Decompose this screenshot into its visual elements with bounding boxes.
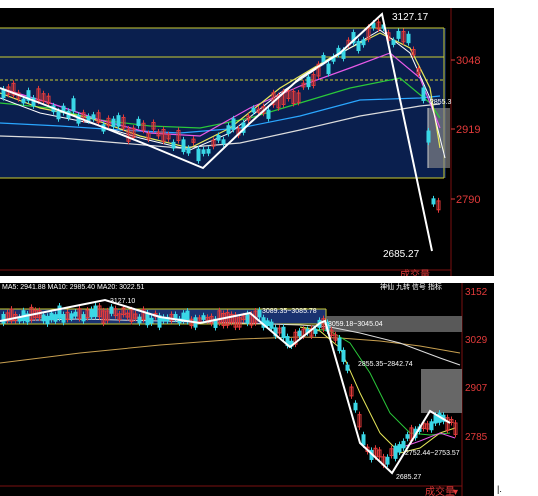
bottom-axis-label-0: 3152 (465, 287, 488, 298)
candle-body (391, 39, 396, 45)
candle-body (401, 440, 406, 449)
top-low-label: 2685.27 (383, 249, 420, 260)
candle-body (53, 314, 58, 322)
candle-body (426, 130, 431, 143)
candle-body (353, 402, 358, 411)
candle-body (61, 313, 66, 323)
candle-body (41, 314, 46, 322)
candle-body (326, 63, 331, 75)
candle-body (297, 330, 302, 337)
candle-body (111, 118, 116, 128)
bottom-high-label: 3127.10 (110, 298, 135, 305)
top-axis-label-1: 2919 (456, 124, 480, 136)
top-high-label: 3127.17 (392, 12, 429, 23)
candle-body (196, 148, 201, 162)
bottom-volume-tab[interactable]: 成交量 (425, 485, 455, 496)
candle-body (226, 125, 231, 135)
top-partial-label: 2855.3 (430, 99, 452, 106)
candle-body (109, 306, 114, 314)
bottom-annotation-2: 2855.35~2842.74 (358, 361, 413, 368)
candle-body (341, 349, 346, 362)
candle-body (21, 98, 26, 104)
bottom-axis-label-2: 2907 (465, 383, 488, 394)
candle-body (49, 312, 54, 321)
candle-body (397, 444, 402, 453)
bottom-axis-label-1: 3029 (465, 335, 488, 346)
bottom-footer-arrow[interactable]: ▾ (453, 487, 458, 496)
candle-body (56, 110, 61, 120)
bottom-annotation-1: 3059.18~3045.04 (328, 321, 383, 328)
candle-body (393, 445, 398, 459)
candle-body (145, 312, 150, 326)
panel-divider (0, 276, 538, 283)
candle-body (345, 364, 350, 371)
candle-body (321, 54, 326, 63)
bottom-kline-chart[interactable]: MA5: 2941.88 MA10: 2985.40 MA20: 3022.51… (0, 283, 494, 496)
bottom-axis-label-3: 2785 (465, 432, 488, 443)
candle-body (337, 337, 342, 352)
candle-body (93, 305, 98, 317)
candle-body (181, 139, 186, 153)
candle-body (137, 316, 142, 324)
bottom-grey-zone-lower (421, 369, 462, 413)
candle-body (91, 114, 96, 120)
candle-body (269, 321, 274, 329)
candle-body (421, 87, 426, 101)
candle-body (186, 147, 191, 154)
candle-body (171, 141, 176, 149)
candle-body (1, 313, 6, 324)
bottom-annotation-0: 3089.35~3085.78 (262, 308, 317, 315)
top-volume-tab[interactable]: 成交量 (400, 268, 430, 276)
top-axis-label-2: 2790 (456, 194, 480, 206)
bottom-ma-header: MA5: 2941.88 MA10: 2985.40 MA20: 3022.51 (2, 284, 145, 291)
candle-body (201, 315, 206, 320)
candle-body (306, 76, 311, 88)
candle-body (221, 139, 226, 145)
candle-body (251, 107, 256, 113)
candle-body (206, 148, 211, 154)
candle-body (385, 456, 390, 465)
candle-body (361, 434, 366, 446)
bottom-indicator-header[interactable]: 神仙 九转 信号 指标 (380, 283, 442, 291)
candle-body (201, 149, 206, 154)
candle-body (396, 30, 401, 39)
candle-body (86, 115, 91, 122)
stray-mark: |. (497, 484, 502, 494)
bottom-chart-svg: MA5: 2941.88 MA10: 2985.40 MA20: 3022.51… (0, 283, 488, 496)
candle-body (429, 421, 434, 431)
candle-body (405, 434, 410, 439)
candle-body (149, 317, 154, 324)
candle-body (57, 305, 62, 319)
candle-body (71, 98, 76, 112)
candle-body (266, 109, 271, 119)
top-price-band (0, 28, 446, 178)
candle-body (245, 313, 250, 324)
candle-body (69, 313, 74, 319)
candle-body (216, 135, 221, 141)
candle-body (257, 309, 262, 318)
top-chart-svg: 3127.17 2685.27 2855.3 3048 2919 2790 成交… (0, 8, 480, 276)
candle-body (431, 198, 436, 205)
candle-body (356, 41, 361, 52)
candle-body (116, 115, 121, 127)
candle-body (361, 39, 366, 46)
top-kline-chart[interactable]: 3127.17 2685.27 2855.3 3048 2919 2790 成交… (0, 8, 494, 276)
candle-body (89, 309, 94, 318)
candle-body (265, 320, 270, 327)
candle-body (231, 118, 236, 130)
candle-body (313, 328, 318, 334)
candle-body (136, 118, 141, 127)
bottom-annotation-3: 2752.44~2753.57 (405, 450, 460, 457)
candle-body (281, 326, 286, 339)
candle-body (45, 315, 50, 325)
candle-body (73, 311, 78, 317)
top-axis-label-0: 3048 (456, 55, 480, 67)
candle-body (433, 414, 438, 424)
bottom-low-label: 2685.27 (396, 474, 421, 481)
candle-body (406, 33, 411, 44)
candle-body (81, 314, 86, 322)
